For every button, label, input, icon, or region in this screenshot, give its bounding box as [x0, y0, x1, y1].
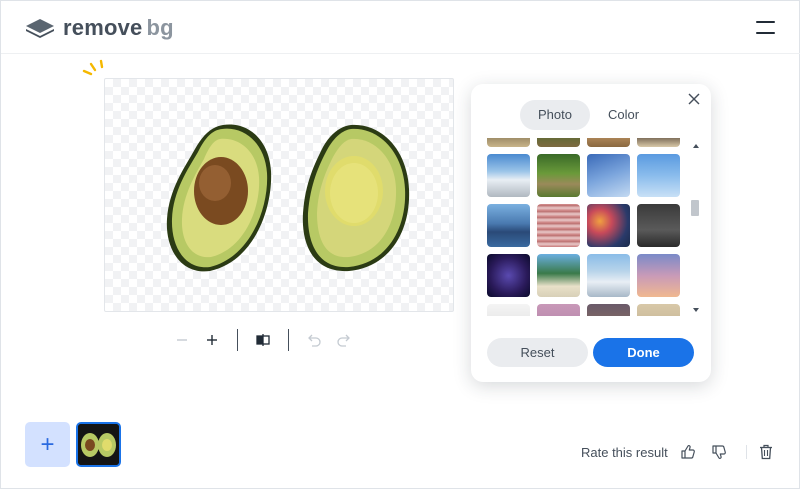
- background-thumb[interactable]: [537, 138, 580, 147]
- uploaded-image-thumb[interactable]: [76, 422, 121, 467]
- zoom-in-icon[interactable]: [199, 327, 225, 353]
- rate-result-label: Rate this result: [581, 445, 668, 460]
- background-thumb[interactable]: [637, 204, 680, 247]
- background-thumb[interactable]: [637, 254, 680, 297]
- hamburger-menu-icon[interactable]: [756, 21, 775, 35]
- tab-color[interactable]: Color: [590, 100, 657, 130]
- logo-icon: [26, 19, 54, 38]
- avocado-pit-hole-shade: [330, 163, 378, 223]
- zoom-out-icon[interactable]: [169, 327, 195, 353]
- background-thumb[interactable]: [537, 254, 580, 297]
- close-icon[interactable]: [686, 91, 702, 107]
- sparkle-icon: [82, 59, 104, 76]
- background-thumb[interactable]: [637, 304, 680, 316]
- background-thumb[interactable]: [637, 154, 680, 197]
- background-thumb[interactable]: [487, 154, 530, 197]
- background-thumb[interactable]: [487, 254, 530, 297]
- app-window: remove bg Photo Color Reset Done + Rate …: [0, 0, 800, 489]
- background-tabs: Photo Color: [520, 100, 657, 130]
- avocado-pit-highlight: [199, 165, 231, 201]
- background-thumb[interactable]: [487, 204, 530, 247]
- plus-icon: +: [40, 430, 55, 458]
- add-image-button[interactable]: +: [25, 422, 70, 467]
- footer-divider: [746, 445, 747, 459]
- redo-icon[interactable]: [331, 327, 357, 353]
- scroll-down-arrow[interactable]: [693, 308, 699, 312]
- trash-icon[interactable]: [757, 443, 775, 461]
- background-picker: Photo Color Reset Done: [471, 84, 711, 382]
- scroll-up-arrow[interactable]: [693, 144, 699, 148]
- toolbar-divider: [288, 329, 289, 351]
- compare-icon[interactable]: [250, 327, 276, 353]
- tab-photo[interactable]: Photo: [520, 100, 590, 130]
- background-thumb[interactable]: [487, 138, 530, 147]
- image-canvas[interactable]: [104, 78, 454, 312]
- thumbs-down-icon[interactable]: [710, 443, 728, 461]
- canvas-toolbar: [169, 327, 357, 353]
- background-thumb[interactable]: [537, 204, 580, 247]
- logo-text-bg: bg: [146, 15, 174, 40]
- thumbs-up-icon[interactable]: [679, 443, 697, 461]
- header: remove bg: [1, 1, 800, 54]
- background-thumb[interactable]: [587, 154, 630, 197]
- logo-text: remove bg: [63, 15, 174, 41]
- background-thumb[interactable]: [587, 138, 630, 147]
- background-thumb[interactable]: [537, 304, 580, 316]
- scroll-thumb[interactable]: [691, 200, 699, 216]
- photo-grid-scrollbar[interactable]: [691, 140, 701, 316]
- background-thumb[interactable]: [587, 254, 630, 297]
- avocado-image: [166, 124, 410, 272]
- background-thumb[interactable]: [487, 304, 530, 316]
- background-thumb[interactable]: [587, 204, 630, 247]
- undo-icon[interactable]: [301, 327, 327, 353]
- logo[interactable]: remove bg: [25, 15, 174, 41]
- avocado-thumb-image: [78, 424, 119, 465]
- toolbar-divider: [237, 329, 238, 351]
- reset-button[interactable]: Reset: [487, 338, 588, 367]
- logo-text-remove: remove: [63, 15, 143, 40]
- photo-grid: [487, 138, 703, 316]
- background-thumb[interactable]: [587, 304, 630, 316]
- background-thumb[interactable]: [637, 138, 680, 147]
- background-thumb[interactable]: [537, 154, 580, 197]
- done-button[interactable]: Done: [593, 338, 694, 367]
